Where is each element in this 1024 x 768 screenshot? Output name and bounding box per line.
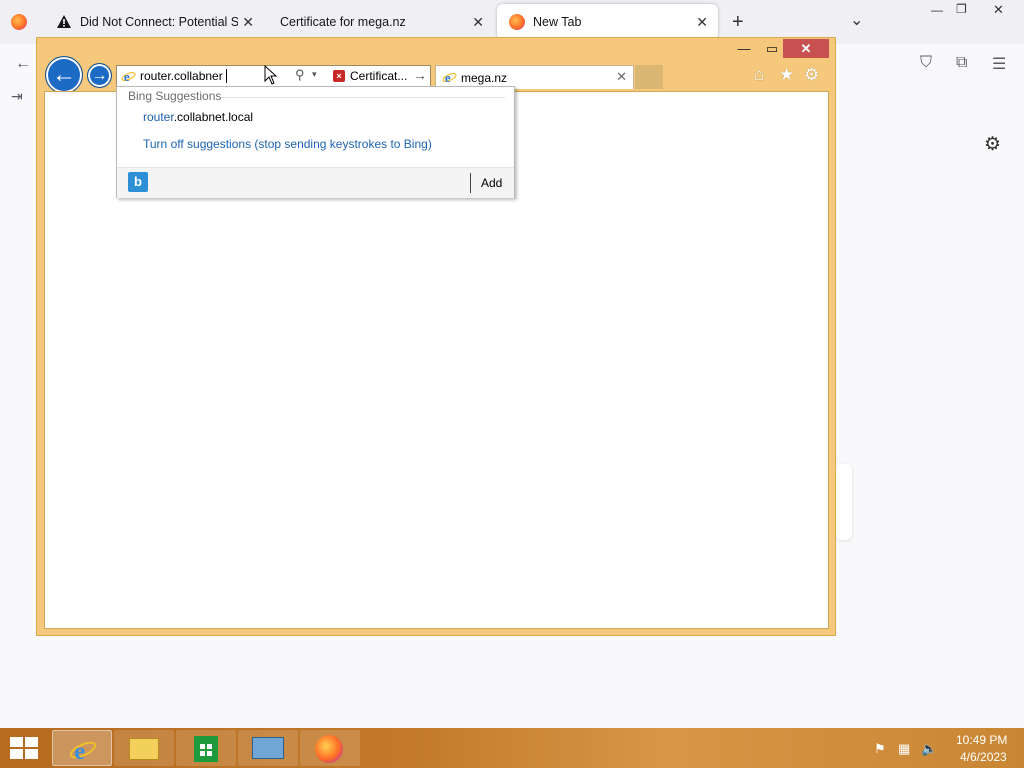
import-bookmarks-icon[interactable]: ⇥ [11, 88, 23, 105]
suggestion-item[interactable]: router.collabnet.local [143, 110, 253, 124]
firefox-restore-button[interactable]: ❐ [956, 2, 967, 16]
windows-logo-icon [10, 737, 23, 747]
tab-new-tab[interactable]: New Tab ✕ [497, 4, 718, 40]
store-icon-pane [200, 751, 205, 756]
mouse-cursor-icon [264, 65, 278, 85]
turn-off-suggestions-link[interactable]: Turn off suggestions (stop sending keyst… [143, 137, 432, 151]
firefox-content-card [836, 464, 852, 540]
start-button[interactable] [10, 737, 38, 759]
header-divider [221, 97, 505, 98]
ie-forward-button[interactable]: → [87, 63, 112, 88]
tab-title: New Tab [533, 15, 582, 29]
svg-text:e: e [74, 738, 85, 764]
extensions-icon[interactable]: ⧉ [956, 54, 967, 72]
back-arrow-icon[interactable]: ← [15, 55, 31, 73]
tab-close-icon[interactable]: ✕ [616, 69, 627, 85]
windows-taskbar: e [0, 728, 1024, 768]
tab-certificate-mega[interactable]: Certificate for mega.nz ✕ [244, 4, 494, 40]
svg-text:e: e [445, 70, 451, 85]
add-search-provider-button[interactable]: Add [481, 176, 502, 190]
internet-explorer-icon: e [69, 738, 97, 764]
text-caret [226, 69, 227, 83]
store-icon [194, 736, 218, 762]
firefox-logo-icon [11, 14, 27, 30]
windows-logo-pane [25, 749, 38, 759]
address-input[interactable]: router.collabner [140, 69, 223, 83]
taskbar-file-explorer[interactable] [114, 730, 174, 766]
suggestion-rest-text: .collabnet.local [173, 110, 254, 124]
suggestion-match-text: router [143, 110, 174, 124]
suggestions-footer: b Add [117, 167, 514, 198]
certificate-error-label[interactable]: Certificat... [350, 69, 407, 83]
windows-logo-pane [25, 737, 38, 747]
list-all-tabs-icon[interactable]: ⌄ [850, 10, 863, 30]
ie-maximize-button[interactable]: ▭ [758, 39, 786, 58]
volume-muted-icon[interactable]: 🔈 [921, 741, 937, 757]
store-icon-pane [200, 744, 205, 749]
ie-page-icon: e [121, 69, 136, 84]
tab-did-not-connect[interactable]: Did Not Connect: Potential Secu ✕ [44, 4, 264, 40]
chevron-down-icon[interactable]: ▾ [312, 69, 317, 80]
store-icon-pane [207, 744, 212, 749]
firefox-minimize-button[interactable]: — [931, 3, 943, 17]
taskbar-store[interactable] [176, 730, 236, 766]
tab-close-icon[interactable]: ✕ [696, 14, 708, 31]
folder-icon [129, 738, 159, 760]
tools-gear-icon[interactable]: ⚙ [804, 65, 819, 85]
certificate-error-icon[interactable]: × [333, 70, 345, 82]
suggestions-header: Bing Suggestions [128, 89, 222, 103]
tab-title: Did Not Connect: Potential Secu [80, 15, 238, 29]
ie-page-icon: e [442, 70, 457, 85]
favorites-star-icon[interactable]: ★ [779, 65, 794, 85]
warning-icon [57, 15, 71, 28]
search-icon[interactable]: ⚲ [295, 67, 305, 83]
ie-minimize-button[interactable]: — [730, 39, 758, 58]
bing-logo-icon[interactable]: b [128, 172, 148, 192]
home-icon[interactable]: ⌂ [754, 65, 764, 85]
tab-title: Certificate for mega.nz [280, 15, 406, 29]
menu-icon[interactable]: ☰ [992, 54, 1006, 74]
taskbar-control-panel[interactable] [238, 730, 298, 766]
clock-date[interactable]: 4/6/2023 [960, 750, 1007, 764]
store-icon-pane [207, 751, 212, 756]
go-arrow-icon[interactable]: → [413, 67, 427, 83]
ie-close-button[interactable]: ✕ [783, 39, 829, 58]
ie-back-button[interactable]: ← [45, 56, 83, 94]
firefox-icon [509, 14, 525, 30]
ie-new-tab-button[interactable] [635, 65, 663, 89]
pocket-icon[interactable]: ⛉ [920, 54, 932, 72]
taskbar-internet-explorer[interactable]: e [52, 730, 112, 766]
address-suggestions-dropdown: Bing Suggestions router.collabnet.local … [116, 86, 515, 198]
network-icon[interactable]: ▦ [898, 741, 910, 757]
firefox-close-button[interactable]: ✕ [993, 2, 1004, 18]
footer-divider [470, 173, 471, 193]
clock-time[interactable]: 10:49 PM [956, 733, 1007, 747]
action-center-flag-icon[interactable]: ⚑ [874, 741, 886, 757]
new-tab-settings-icon[interactable]: ⚙ [984, 133, 1001, 156]
new-tab-button[interactable]: + [732, 11, 744, 34]
firefox-icon [315, 735, 343, 763]
taskbar-firefox[interactable] [300, 730, 360, 766]
control-panel-icon [252, 737, 284, 759]
windows-logo-pane [10, 749, 23, 759]
tab-title: mega.nz [461, 71, 508, 85]
tab-close-icon[interactable]: ✕ [472, 14, 484, 31]
svg-text:e: e [124, 69, 130, 84]
